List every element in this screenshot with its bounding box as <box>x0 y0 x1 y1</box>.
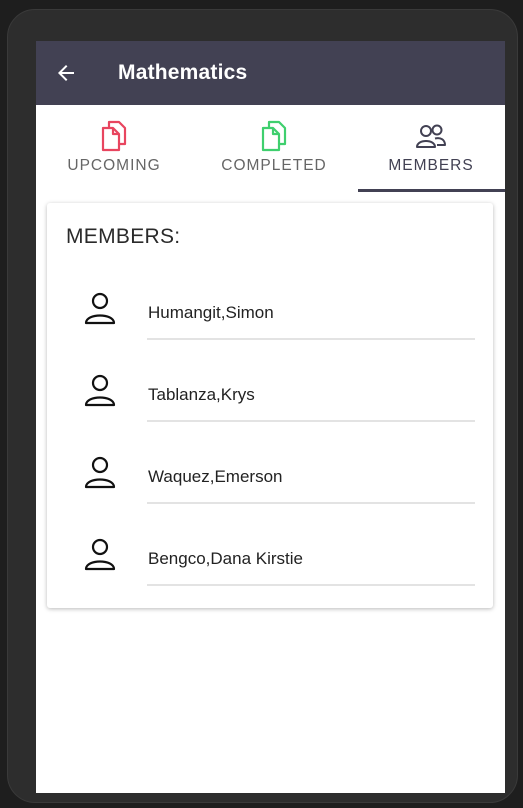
member-name: Tablanza,Krys <box>148 385 255 404</box>
tab-completed[interactable]: COMPLETED <box>196 105 352 192</box>
tab-members-label: MEMBERS <box>388 157 474 174</box>
tab-upcoming[interactable]: UPCOMING <box>36 105 192 192</box>
divider <box>147 584 475 586</box>
app-screen: Mathematics UPCOMING COMPLETED MEMBERS M… <box>36 41 505 793</box>
files-icon <box>261 120 287 152</box>
tab-upcoming-label: UPCOMING <box>67 157 161 174</box>
list-item[interactable]: Waquez,Emerson <box>47 449 493 531</box>
device-frame: Mathematics UPCOMING COMPLETED MEMBERS M… <box>7 9 518 803</box>
person-icon <box>84 374 116 407</box>
back-button[interactable] <box>46 53 86 93</box>
member-name: Bengco,Dana Kirstie <box>148 549 303 568</box>
divider <box>147 502 475 504</box>
member-name: Waquez,Emerson <box>148 467 283 486</box>
list-item[interactable]: Tablanza,Krys <box>47 367 493 449</box>
tab-bar: UPCOMING COMPLETED MEMBERS <box>36 105 505 192</box>
list-item[interactable]: Humangit,Simon <box>47 285 493 367</box>
person-icon <box>84 292 116 325</box>
users-icon <box>416 124 446 148</box>
app-bar: Mathematics <box>36 41 505 105</box>
arrow-left-icon <box>58 65 74 81</box>
files-icon <box>101 120 127 152</box>
divider <box>147 338 475 340</box>
member-name: Humangit,Simon <box>148 303 274 322</box>
page-title: Mathematics <box>118 61 248 84</box>
divider <box>147 420 475 422</box>
active-tab-indicator <box>358 189 505 192</box>
tab-members[interactable]: MEMBERS <box>353 105 505 192</box>
members-heading: MEMBERS: <box>66 225 181 248</box>
list-item[interactable]: Bengco,Dana Kirstie <box>47 531 493 613</box>
tab-completed-label: COMPLETED <box>221 157 327 174</box>
members-card: MEMBERS: Humangit,Simon Tablanza,Krys Wa… <box>47 203 493 608</box>
person-icon <box>84 456 116 489</box>
person-icon <box>84 538 116 571</box>
